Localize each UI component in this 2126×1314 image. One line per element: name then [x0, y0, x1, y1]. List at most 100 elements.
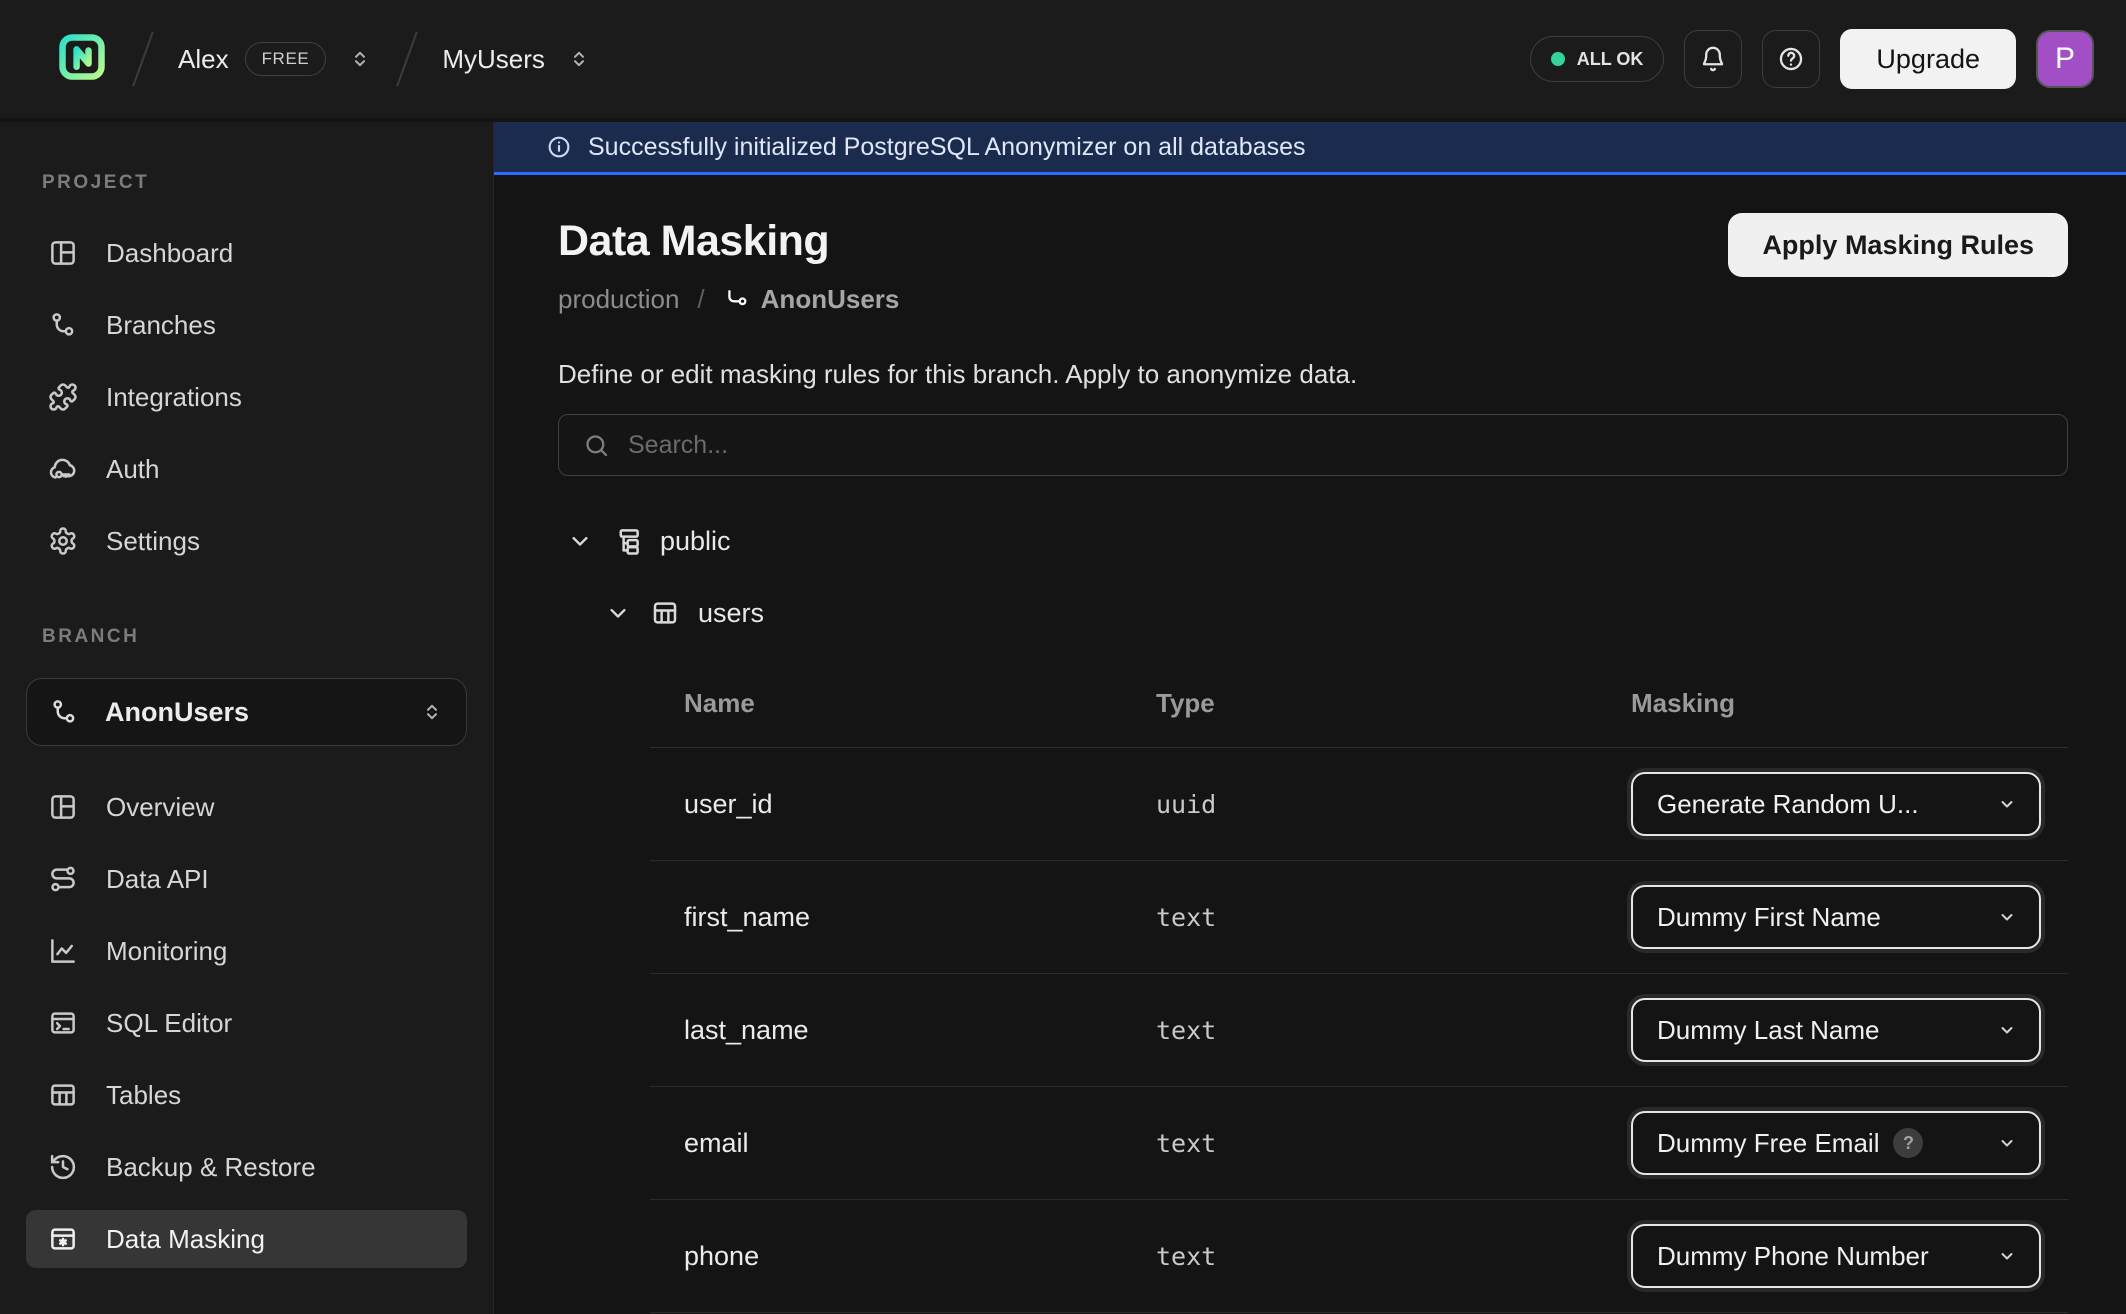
table-row: user_id uuid Generate Random U...	[650, 748, 2068, 861]
tree-node-schema[interactable]: public	[566, 518, 2068, 564]
masking-rule-value: Dummy Free Email	[1657, 1128, 1879, 1159]
apply-masking-rules-button[interactable]: Apply Masking Rules	[1728, 213, 2068, 277]
table-row: phone text Dummy Phone Number	[650, 1200, 2068, 1313]
schema-name: public	[660, 526, 731, 557]
page-title: Data Masking	[558, 217, 899, 266]
column-name: user_id	[684, 789, 1156, 820]
data-masking-icon	[48, 1224, 78, 1254]
column-name: phone	[684, 1241, 1156, 1272]
table-header-row: Name Type Masking	[650, 660, 2068, 748]
help-button[interactable]	[1762, 30, 1820, 88]
status-label: ALL OK	[1577, 49, 1644, 70]
column-type: uuid	[1156, 790, 1631, 819]
data-api-icon	[48, 864, 78, 894]
masking-rule-select[interactable]: Dummy Free Email ?	[1631, 1111, 2041, 1175]
column-type: text	[1156, 1242, 1631, 1271]
banner-text: Successfully initialized PostgreSQL Anon…	[588, 133, 1306, 162]
column-type: text	[1156, 1016, 1631, 1045]
sidebar-item-integrations[interactable]: Integrations	[26, 368, 467, 426]
org-name: Alex	[178, 44, 229, 75]
child-branch-icon	[723, 286, 751, 314]
org-switcher[interactable]: Alex FREE	[178, 42, 372, 76]
search-icon	[583, 432, 610, 459]
sidebar-item-label: Overview	[106, 792, 214, 823]
sidebar-item-branches[interactable]: Branches	[26, 296, 467, 354]
table-row: email text Dummy Free Email ?	[650, 1087, 2068, 1200]
project-name: MyUsers	[442, 44, 545, 75]
main-content: Successfully initialized PostgreSQL Anon…	[494, 122, 2126, 1314]
user-avatar[interactable]: P	[2036, 30, 2094, 88]
column-name: email	[684, 1128, 1156, 1159]
masking-rule-select[interactable]: Generate Random U...	[1631, 772, 2041, 836]
chevron-down-icon	[1995, 1018, 2019, 1042]
chevrons-up-down-icon	[420, 700, 444, 724]
search-input[interactable]	[628, 431, 2043, 460]
column-header-type: Type	[1156, 688, 1631, 719]
masking-rule-select[interactable]: Dummy First Name	[1631, 885, 2041, 949]
schema-tree: public users Name Type Masking user_id	[558, 518, 2068, 1313]
sidebar-item-label: SQL Editor	[106, 1008, 232, 1039]
help-badge[interactable]: ?	[1893, 1128, 1923, 1158]
masking-rule-value: Dummy Phone Number	[1657, 1241, 1929, 1272]
breadcrumb-current-branch: AnonUsers	[761, 284, 900, 315]
settings-icon	[48, 526, 78, 556]
masking-rule-select[interactable]: Dummy Phone Number	[1631, 1224, 2041, 1288]
sidebar-item-sql-editor[interactable]: SQL Editor	[26, 994, 467, 1052]
column-type: text	[1156, 903, 1631, 932]
sidebar-item-auth[interactable]: Auth	[26, 440, 467, 498]
chevron-down-icon	[1995, 905, 2019, 929]
tables-icon	[48, 1080, 78, 1110]
sidebar-item-label: Data Masking	[106, 1224, 265, 1255]
chevrons-up-down-icon[interactable]	[567, 47, 591, 71]
column-name: first_name	[684, 902, 1156, 933]
chevron-down-icon	[1995, 792, 2019, 816]
branch-section-label: BRANCH	[42, 626, 467, 648]
sidebar-item-tables[interactable]: Tables	[26, 1066, 467, 1124]
success-banner: Successfully initialized PostgreSQL Anon…	[494, 122, 2126, 175]
sql-editor-icon	[48, 1008, 78, 1038]
neon-logo-icon[interactable]	[56, 31, 108, 88]
branch-selector[interactable]: AnonUsers	[26, 678, 467, 746]
sidebar: PROJECT Dashboard Branches Integrations …	[0, 122, 494, 1314]
sidebar-item-label: Tables	[106, 1080, 181, 1111]
sidebar-item-dashboard[interactable]: Dashboard	[26, 224, 467, 282]
upgrade-button[interactable]: Upgrade	[1840, 29, 2016, 89]
chevron-down-icon	[1995, 1131, 2019, 1155]
sidebar-item-label: Auth	[106, 454, 160, 485]
sidebar-item-settings[interactable]: Settings	[26, 512, 467, 570]
page-description: Define or edit masking rules for this br…	[558, 359, 2068, 390]
branches-icon	[48, 310, 78, 340]
table-icon	[650, 598, 680, 628]
bell-icon	[1699, 45, 1727, 73]
divider-slash	[132, 31, 154, 86]
sidebar-item-data-masking[interactable]: Data Masking	[26, 1210, 467, 1268]
sidebar-item-data-api[interactable]: Data API	[26, 850, 467, 908]
breadcrumb-parent-branch[interactable]: production	[558, 284, 679, 315]
sidebar-item-monitoring[interactable]: Monitoring	[26, 922, 467, 980]
chevrons-up-down-icon[interactable]	[348, 47, 372, 71]
system-status-pill[interactable]: ALL OK	[1530, 36, 1665, 82]
breadcrumb: production / AnonUsers	[558, 284, 899, 315]
masking-rule-value: Generate Random U...	[1657, 789, 1919, 820]
notifications-button[interactable]	[1684, 30, 1742, 88]
branch-icon	[49, 697, 79, 727]
info-icon	[546, 134, 572, 160]
masking-rule-value: Dummy Last Name	[1657, 1015, 1880, 1046]
sidebar-item-label: Integrations	[106, 382, 242, 413]
sidebar-item-backup-restore[interactable]: Backup & Restore	[26, 1138, 467, 1196]
tree-node-table[interactable]: users	[604, 590, 2068, 636]
sidebar-item-label: Branches	[106, 310, 216, 341]
topbar: Alex FREE MyUsers ALL OK Upgrade P	[0, 0, 2126, 122]
column-header-name: Name	[684, 688, 1156, 719]
masking-rules-table: Name Type Masking user_id uuid Generate …	[650, 660, 2068, 1313]
column-type: text	[1156, 1129, 1631, 1158]
project-switcher[interactable]: MyUsers	[442, 44, 591, 75]
help-circle-icon	[1777, 45, 1805, 73]
masking-rule-select[interactable]: Dummy Last Name	[1631, 998, 2041, 1062]
chevron-down-icon[interactable]	[604, 599, 632, 627]
auth-icon	[48, 454, 78, 484]
overview-icon	[48, 792, 78, 822]
sidebar-item-overview[interactable]: Overview	[26, 778, 467, 836]
project-section-label: PROJECT	[42, 172, 467, 194]
chevron-down-icon[interactable]	[566, 527, 594, 555]
